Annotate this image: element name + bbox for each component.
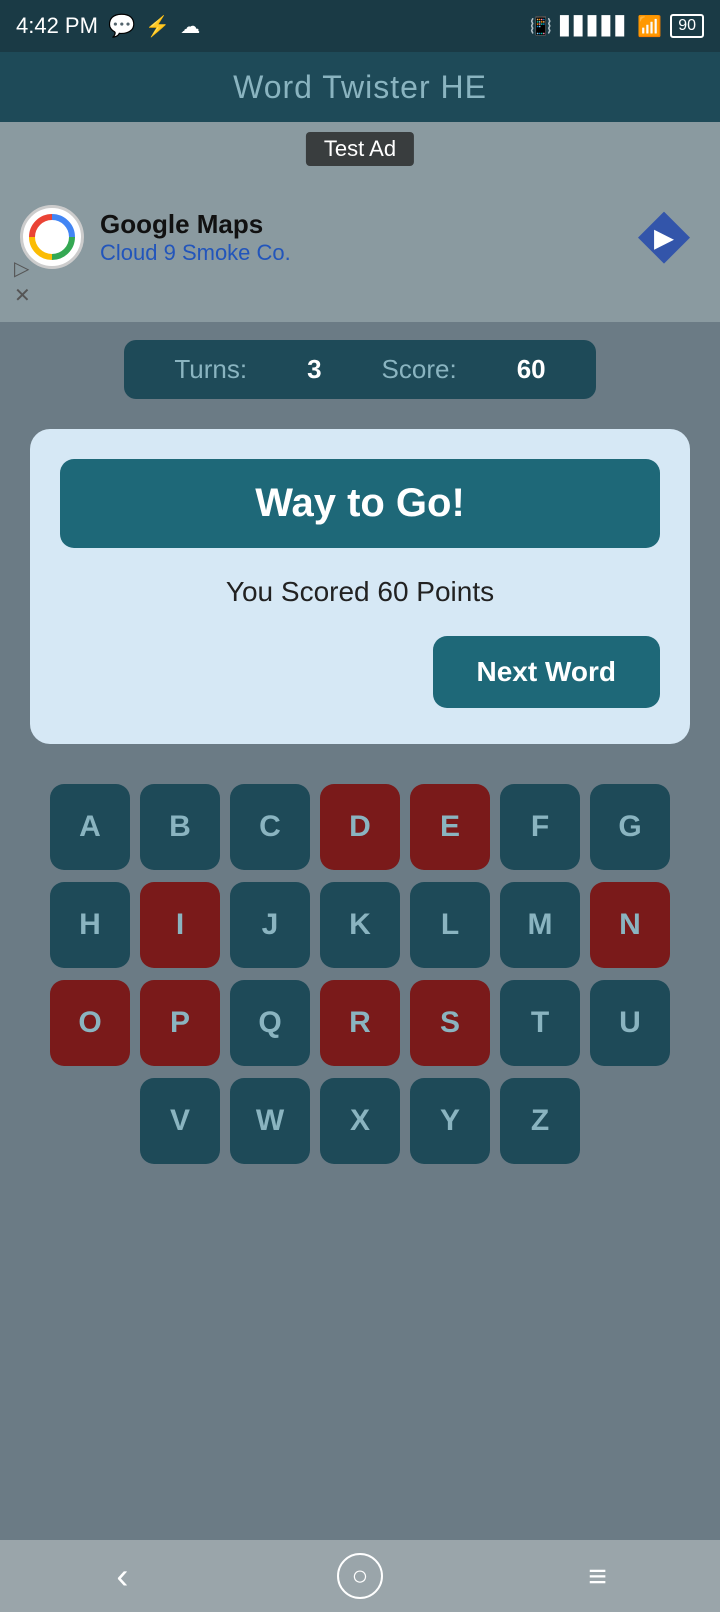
ad-corner-icons: ▷ ✕ [14,256,31,308]
app-title: Word Twister HE [233,69,487,106]
back-button[interactable]: ‹ [92,1546,152,1606]
key-x[interactable]: X [320,1078,400,1164]
wifi-icon: 📶 [637,14,662,39]
status-left: 4:42 PM 💬 ⚡ ☁ [16,13,200,39]
next-word-button[interactable]: Next Word [433,636,661,708]
vibrate-icon: 📳 [530,16,552,37]
score-bar: Turns: 3 Score: 60 [0,322,720,409]
navigation-bar: ‹ ○ ≡ [0,1540,720,1612]
key-y[interactable]: Y [410,1078,490,1164]
dialog-title: Way to Go! [255,481,465,525]
ad-play-icon: ▷ [14,256,31,281]
result-dialog: Way to Go! You Scored 60 Points Next Wor… [30,429,690,744]
key-c[interactable]: C [230,784,310,870]
key-n[interactable]: N [590,882,670,968]
key-i[interactable]: I [140,882,220,968]
key-a[interactable]: A [50,784,130,870]
key-m[interactable]: M [500,882,580,968]
key-o[interactable]: O [50,980,130,1066]
menu-button[interactable]: ≡ [568,1546,628,1606]
ad-content: Google Maps Cloud 9 Smoke Co. [20,205,291,269]
ad-close-icon: ✕ [14,283,31,308]
keyboard-row-1: HIJKLMN [16,882,704,968]
ad-navigate-icon[interactable]: ▶ [638,212,690,264]
turns-label: Turns: [174,354,247,385]
ad-text-block: Google Maps Cloud 9 Smoke Co. [100,209,291,266]
key-h[interactable]: H [50,882,130,968]
dialog-score-text: You Scored 60 Points [60,576,660,608]
cloud-icon: ☁ [180,14,200,39]
key-w[interactable]: W [230,1078,310,1164]
key-z[interactable]: Z [500,1078,580,1164]
key-q[interactable]: Q [230,980,310,1066]
key-e[interactable]: E [410,784,490,870]
key-k[interactable]: K [320,882,400,968]
keyboard-row-2: OPQRSTU [16,980,704,1066]
key-g[interactable]: G [590,784,670,870]
app-header: Word Twister HE [0,52,720,122]
turns-value: 3 [307,354,321,385]
usb-icon: ⚡ [145,14,170,39]
status-time: 4:42 PM [16,13,98,39]
dialog-overlay: Way to Go! You Scored 60 Points Next Wor… [0,409,720,764]
score-value: 60 [517,354,546,385]
status-right: 📳 ▋▋▋▋▋ 📶 90 [530,14,704,39]
keyboard-row-3: VWXYZ [16,1078,704,1164]
key-s[interactable]: S [410,980,490,1066]
key-f[interactable]: F [500,784,580,870]
key-b[interactable]: B [140,784,220,870]
ad-banner[interactable]: Test Ad Google Maps Cloud 9 Smoke Co. ▶ … [0,122,720,322]
key-t[interactable]: T [500,980,580,1066]
signal-icon: ▋▋▋▋▋ [560,16,629,37]
score-label: Score: [382,354,457,385]
key-j[interactable]: J [230,882,310,968]
battery-indicator: 90 [670,14,704,38]
score-container: Turns: 3 Score: 60 [124,340,595,399]
key-r[interactable]: R [320,980,400,1066]
key-l[interactable]: L [410,882,490,968]
key-u[interactable]: U [590,980,670,1066]
dialog-actions: Next Word [60,636,660,708]
keyboard-row-0: ABCDEFG [16,784,704,870]
key-v[interactable]: V [140,1078,220,1164]
dialog-title-box: Way to Go! [60,459,660,548]
ad-subtitle: Cloud 9 Smoke Co. [100,240,291,266]
ad-company-name: Google Maps [100,209,291,240]
keyboard-area: ABCDEFG HIJKLMN OPQRSTU VWXYZ [0,764,720,1174]
key-p[interactable]: P [140,980,220,1066]
home-button[interactable]: ○ [337,1553,383,1599]
status-bar: 4:42 PM 💬 ⚡ ☁ 📳 ▋▋▋▋▋ 📶 90 [0,0,720,52]
ad-label: Test Ad [306,132,414,166]
google-maps-logo-icon [28,213,76,261]
key-d[interactable]: D [320,784,400,870]
whatsapp-icon: 💬 [108,13,135,39]
